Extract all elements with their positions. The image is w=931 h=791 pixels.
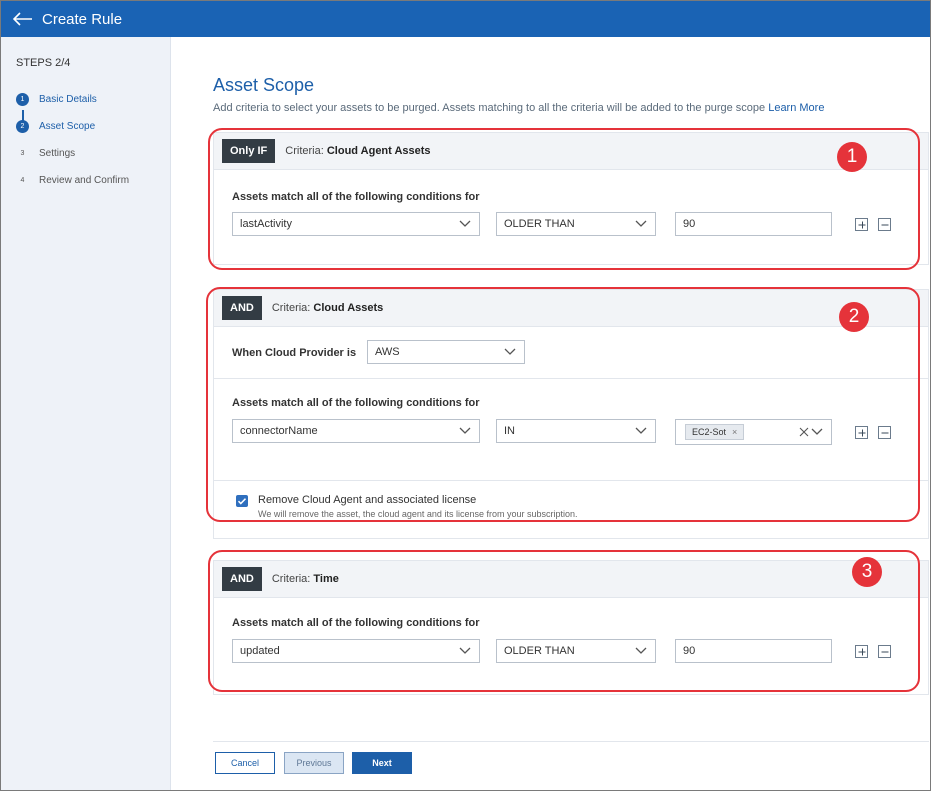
step-settings[interactable]: 3 Settings	[16, 145, 75, 161]
footer-divider	[213, 741, 929, 742]
remove-license-checkbox[interactable]	[236, 495, 248, 507]
field-select[interactable]: updated	[232, 639, 480, 663]
step-review-confirm[interactable]: 4 Review and Confirm	[16, 172, 129, 188]
value-input[interactable]: 90	[675, 212, 832, 236]
steps-sidebar: STEPS 2/4 1 Basic Details 2 Asset Scope …	[1, 37, 171, 790]
field-select[interactable]: lastActivity	[232, 212, 480, 236]
step-number: 3	[16, 146, 29, 160]
add-condition-button[interactable]	[855, 426, 868, 439]
step-number: 2	[16, 119, 29, 133]
checkbox-label: Remove Cloud Agent and associated licens…	[258, 494, 477, 506]
operator-select[interactable]: OLDER THAN	[496, 212, 656, 236]
criteria-card-time: AND Criteria: Time Assets match all of t…	[213, 560, 929, 695]
plus-icon	[858, 648, 866, 656]
page-subtitle: Add criteria to select your assets to be…	[213, 102, 824, 114]
add-condition-button[interactable]	[855, 645, 868, 658]
add-condition-button[interactable]	[855, 218, 868, 231]
annotation-marker-3: 3	[852, 557, 882, 587]
criteria-header: AND Criteria: Cloud Assets	[214, 290, 928, 327]
plus-icon	[858, 429, 866, 437]
criteria-title: Criteria: Cloud Agent Assets	[285, 145, 431, 157]
chevron-down-icon	[635, 647, 647, 654]
cloud-provider-select[interactable]: AWS	[367, 340, 525, 364]
annotation-marker-1: 1	[837, 142, 867, 172]
app-window: Create Rule STEPS 2/4 1 Basic Details 2 …	[0, 0, 931, 791]
criteria-header: AND Criteria: Time	[214, 561, 928, 598]
selected-chip: EC2-Sot ×	[685, 424, 745, 440]
field-select[interactable]: connectorName	[232, 419, 480, 443]
chip-remove-icon[interactable]: ×	[732, 427, 737, 437]
annotation-marker-2: 2	[839, 302, 869, 332]
field-select-value: lastActivity	[240, 218, 292, 230]
minus-icon	[881, 651, 889, 653]
conditions-label: Assets match all of the following condit…	[232, 397, 480, 409]
criteria-title: Criteria: Cloud Assets	[271, 302, 384, 314]
step-label: Asset Scope	[39, 120, 96, 132]
step-number: 1	[16, 92, 29, 106]
step-label: Settings	[39, 147, 76, 159]
previous-button[interactable]: Previous	[284, 752, 344, 774]
back-arrow-icon[interactable]	[13, 12, 33, 26]
operator-select-value: OLDER THAN	[504, 645, 575, 657]
checkmark-icon	[237, 498, 247, 505]
section-divider	[214, 378, 928, 379]
operator-select[interactable]: IN	[496, 419, 656, 443]
checkbox-help: We will remove the asset, the cloud agen…	[258, 509, 578, 519]
remove-condition-button[interactable]	[878, 218, 891, 231]
minus-icon	[881, 432, 889, 434]
subtitle-text: Add criteria to select your assets to be…	[213, 102, 766, 114]
step-basic-details[interactable]: 1 Basic Details	[16, 91, 97, 107]
criteria-header: Only IF Criteria: Cloud Agent Assets	[214, 133, 928, 170]
step-number: 4	[16, 173, 29, 187]
chevron-down-icon	[459, 220, 471, 227]
chevron-down-icon	[635, 427, 647, 434]
chevron-down-icon	[459, 647, 471, 654]
connector-multiselect[interactable]: EC2-Sot ×	[675, 419, 832, 445]
field-select-value: updated	[240, 645, 280, 657]
criteria-badge: AND	[222, 567, 262, 591]
criteria-card-cloud-assets: AND Criteria: Cloud Assets When Cloud Pr…	[213, 289, 929, 539]
criteria-card-cloud-agent: Only IF Criteria: Cloud Agent Assets Ass…	[213, 132, 929, 265]
step-label: Basic Details	[39, 93, 97, 105]
minus-icon	[881, 224, 889, 226]
plus-icon	[858, 221, 866, 229]
chevron-down-icon	[811, 428, 823, 435]
operator-select-value: OLDER THAN	[504, 218, 575, 230]
remove-condition-button[interactable]	[878, 426, 891, 439]
criteria-badge: AND	[222, 296, 262, 320]
chevron-down-icon	[504, 348, 516, 355]
criteria-title: Criteria: Time	[271, 573, 339, 585]
main-content: Asset Scope Add criteria to select your …	[172, 37, 930, 790]
clear-icon[interactable]	[799, 427, 809, 437]
section-divider	[214, 480, 928, 481]
learn-more-link[interactable]: Learn More	[768, 102, 824, 114]
cloud-provider-value: AWS	[375, 346, 400, 358]
top-bar: Create Rule	[1, 1, 930, 37]
conditions-label: Assets match all of the following condit…	[232, 617, 480, 629]
chip-label: EC2-Sot	[692, 427, 727, 437]
remove-condition-button[interactable]	[878, 645, 891, 658]
cancel-button[interactable]: Cancel	[215, 752, 275, 774]
chevron-down-icon	[635, 220, 647, 227]
field-select-value: connectorName	[240, 425, 318, 437]
cloud-provider-label: When Cloud Provider is	[232, 347, 357, 359]
operator-select-value: IN	[504, 425, 515, 437]
steps-title: STEPS 2/4	[16, 57, 71, 69]
value-input[interactable]: 90	[675, 639, 832, 663]
step-asset-scope[interactable]: 2 Asset Scope	[16, 118, 95, 134]
chevron-down-icon	[459, 427, 471, 434]
conditions-label: Assets match all of the following condit…	[232, 191, 480, 203]
next-button[interactable]: Next	[352, 752, 412, 774]
criteria-badge: Only IF	[222, 139, 276, 163]
operator-select[interactable]: OLDER THAN	[496, 639, 656, 663]
step-label: Review and Confirm	[39, 174, 130, 186]
page-title: Asset Scope	[213, 75, 315, 95]
page-header-title: Create Rule	[42, 10, 123, 28]
